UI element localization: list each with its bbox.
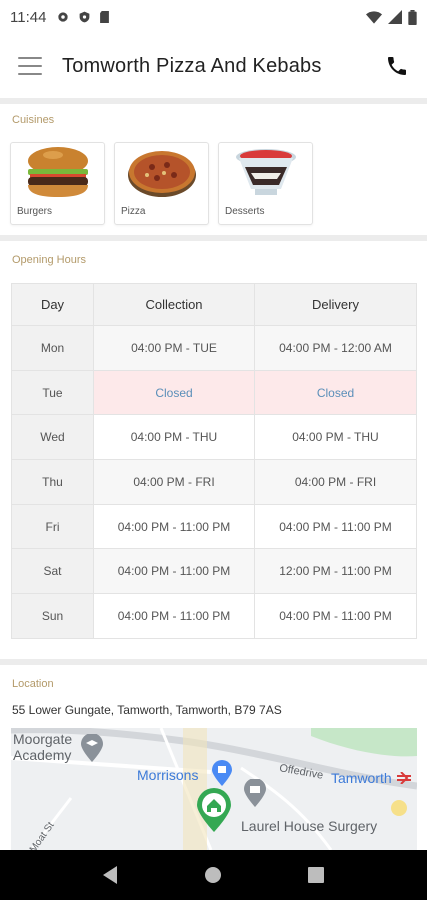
home-icon[interactable] — [204, 866, 222, 884]
divider — [0, 659, 427, 665]
map-label-surgery: Laurel House Surgery — [241, 818, 378, 834]
opening-hours-table: Day Collection Delivery Mon 04:00 PM - T… — [11, 283, 417, 639]
table-header-row: Day Collection Delivery — [11, 283, 417, 326]
status-bar: 11:44 — [0, 0, 427, 34]
wifi-icon — [366, 11, 382, 24]
home-location-pin-icon[interactable] — [197, 788, 231, 832]
day-cell: Wed — [11, 414, 94, 461]
day-cell: Sat — [11, 548, 94, 595]
map-label-academy: Moorgate Academy — [13, 731, 73, 763]
status-time: 11:44 — [10, 8, 47, 26]
settings-icon — [58, 12, 69, 22]
cuisine-card-burgers[interactable]: Burgers — [10, 142, 105, 225]
pizza-image — [128, 151, 196, 197]
rail-icon — [397, 772, 411, 784]
recents-icon[interactable] — [308, 867, 325, 883]
shopping-pin-icon — [212, 760, 232, 786]
phone-icon[interactable] — [385, 54, 409, 78]
cuisine-label-desserts: Desserts — [225, 206, 265, 217]
header-delivery: Delivery — [254, 283, 417, 326]
cuisines-label: Cuisines — [12, 114, 55, 126]
delivery-cell: 04:00 PM - 11:00 PM — [254, 593, 417, 639]
hamburger-menu-icon[interactable] — [18, 57, 42, 75]
cuisine-label-pizza: Pizza — [121, 206, 146, 217]
opening-hours-label: Opening Hours — [12, 254, 86, 266]
day-cell: Fri — [11, 503, 94, 550]
day-cell: Tue — [11, 369, 94, 416]
header-collection: Collection — [93, 283, 255, 326]
collection-cell: 04:00 PM - 11:00 PM — [93, 503, 255, 550]
shield-icon — [80, 11, 90, 23]
collection-cell: 04:00 PM - 11:00 PM — [93, 593, 255, 639]
delivery-cell: 04:00 PM - THU — [254, 414, 417, 461]
dessert-image — [236, 149, 296, 195]
header-day: Day — [11, 283, 94, 326]
map-label-morrisons: Morrisons — [137, 767, 199, 783]
delivery-cell: 04:00 PM - FRI — [254, 459, 417, 505]
cuisine-label-burgers: Burgers — [17, 206, 53, 217]
restaurant-title: Tomworth Pizza And Kebabs — [62, 54, 322, 77]
back-icon[interactable] — [102, 866, 119, 884]
signal-icon — [388, 10, 402, 24]
divider — [0, 235, 427, 241]
battery-icon — [408, 9, 417, 25]
delivery-cell: 04:00 PM - 12:00 AM — [254, 325, 417, 371]
sd-card-icon — [100, 10, 110, 24]
delivery-cell: 04:00 PM - 11:00 PM — [254, 503, 417, 550]
landmark-icon — [244, 779, 266, 807]
collection-cell: 04:00 PM - FRI — [93, 459, 255, 505]
collection-cell: 04:00 PM - THU — [93, 414, 255, 461]
map-label-tamworth: Tamworth — [331, 770, 392, 786]
day-cell: Thu — [11, 459, 94, 505]
delivery-cell: Closed — [254, 369, 417, 416]
address-text: 55 Lower Gungate, Tamworth, Tamworth, B7… — [12, 703, 282, 717]
table-row: Fri 04:00 PM - 11:00 PM 04:00 PM - 11:00… — [11, 503, 417, 550]
collection-cell: 04:00 PM - TUE — [93, 325, 255, 371]
location-map[interactable]: Moorgate Academy Morrisons Offedrive Tamw… — [11, 728, 417, 850]
cuisines-list: Burgers Pizza Desserts — [10, 142, 313, 225]
table-row: Sun 04:00 PM - 11:00 PM 04:00 PM - 11:00… — [11, 593, 417, 639]
school-icon — [81, 734, 103, 762]
day-cell: Mon — [11, 325, 94, 371]
table-row: Wed 04:00 PM - THU 04:00 PM - THU — [11, 414, 417, 461]
divider — [0, 98, 427, 104]
location-label: Location — [12, 678, 54, 690]
delivery-cell: 12:00 PM - 11:00 PM — [254, 548, 417, 595]
table-row: Sat 04:00 PM - 11:00 PM 12:00 PM - 11:00… — [11, 548, 417, 595]
collection-cell: Closed — [93, 369, 255, 416]
system-navigation-bar — [0, 850, 427, 900]
collection-cell: 04:00 PM - 11:00 PM — [93, 548, 255, 595]
table-row: Mon 04:00 PM - TUE 04:00 PM - 12:00 AM — [11, 325, 417, 371]
burger-image — [28, 147, 88, 197]
cuisine-card-desserts[interactable]: Desserts — [218, 142, 313, 225]
cuisine-card-pizza[interactable]: Pizza — [114, 142, 209, 225]
table-row: Tue Closed Closed — [11, 369, 417, 416]
day-cell: Sun — [11, 593, 94, 639]
table-row: Thu 04:00 PM - FRI 04:00 PM - FRI — [11, 459, 417, 505]
app-bar: Tomworth Pizza And Kebabs — [0, 34, 427, 98]
